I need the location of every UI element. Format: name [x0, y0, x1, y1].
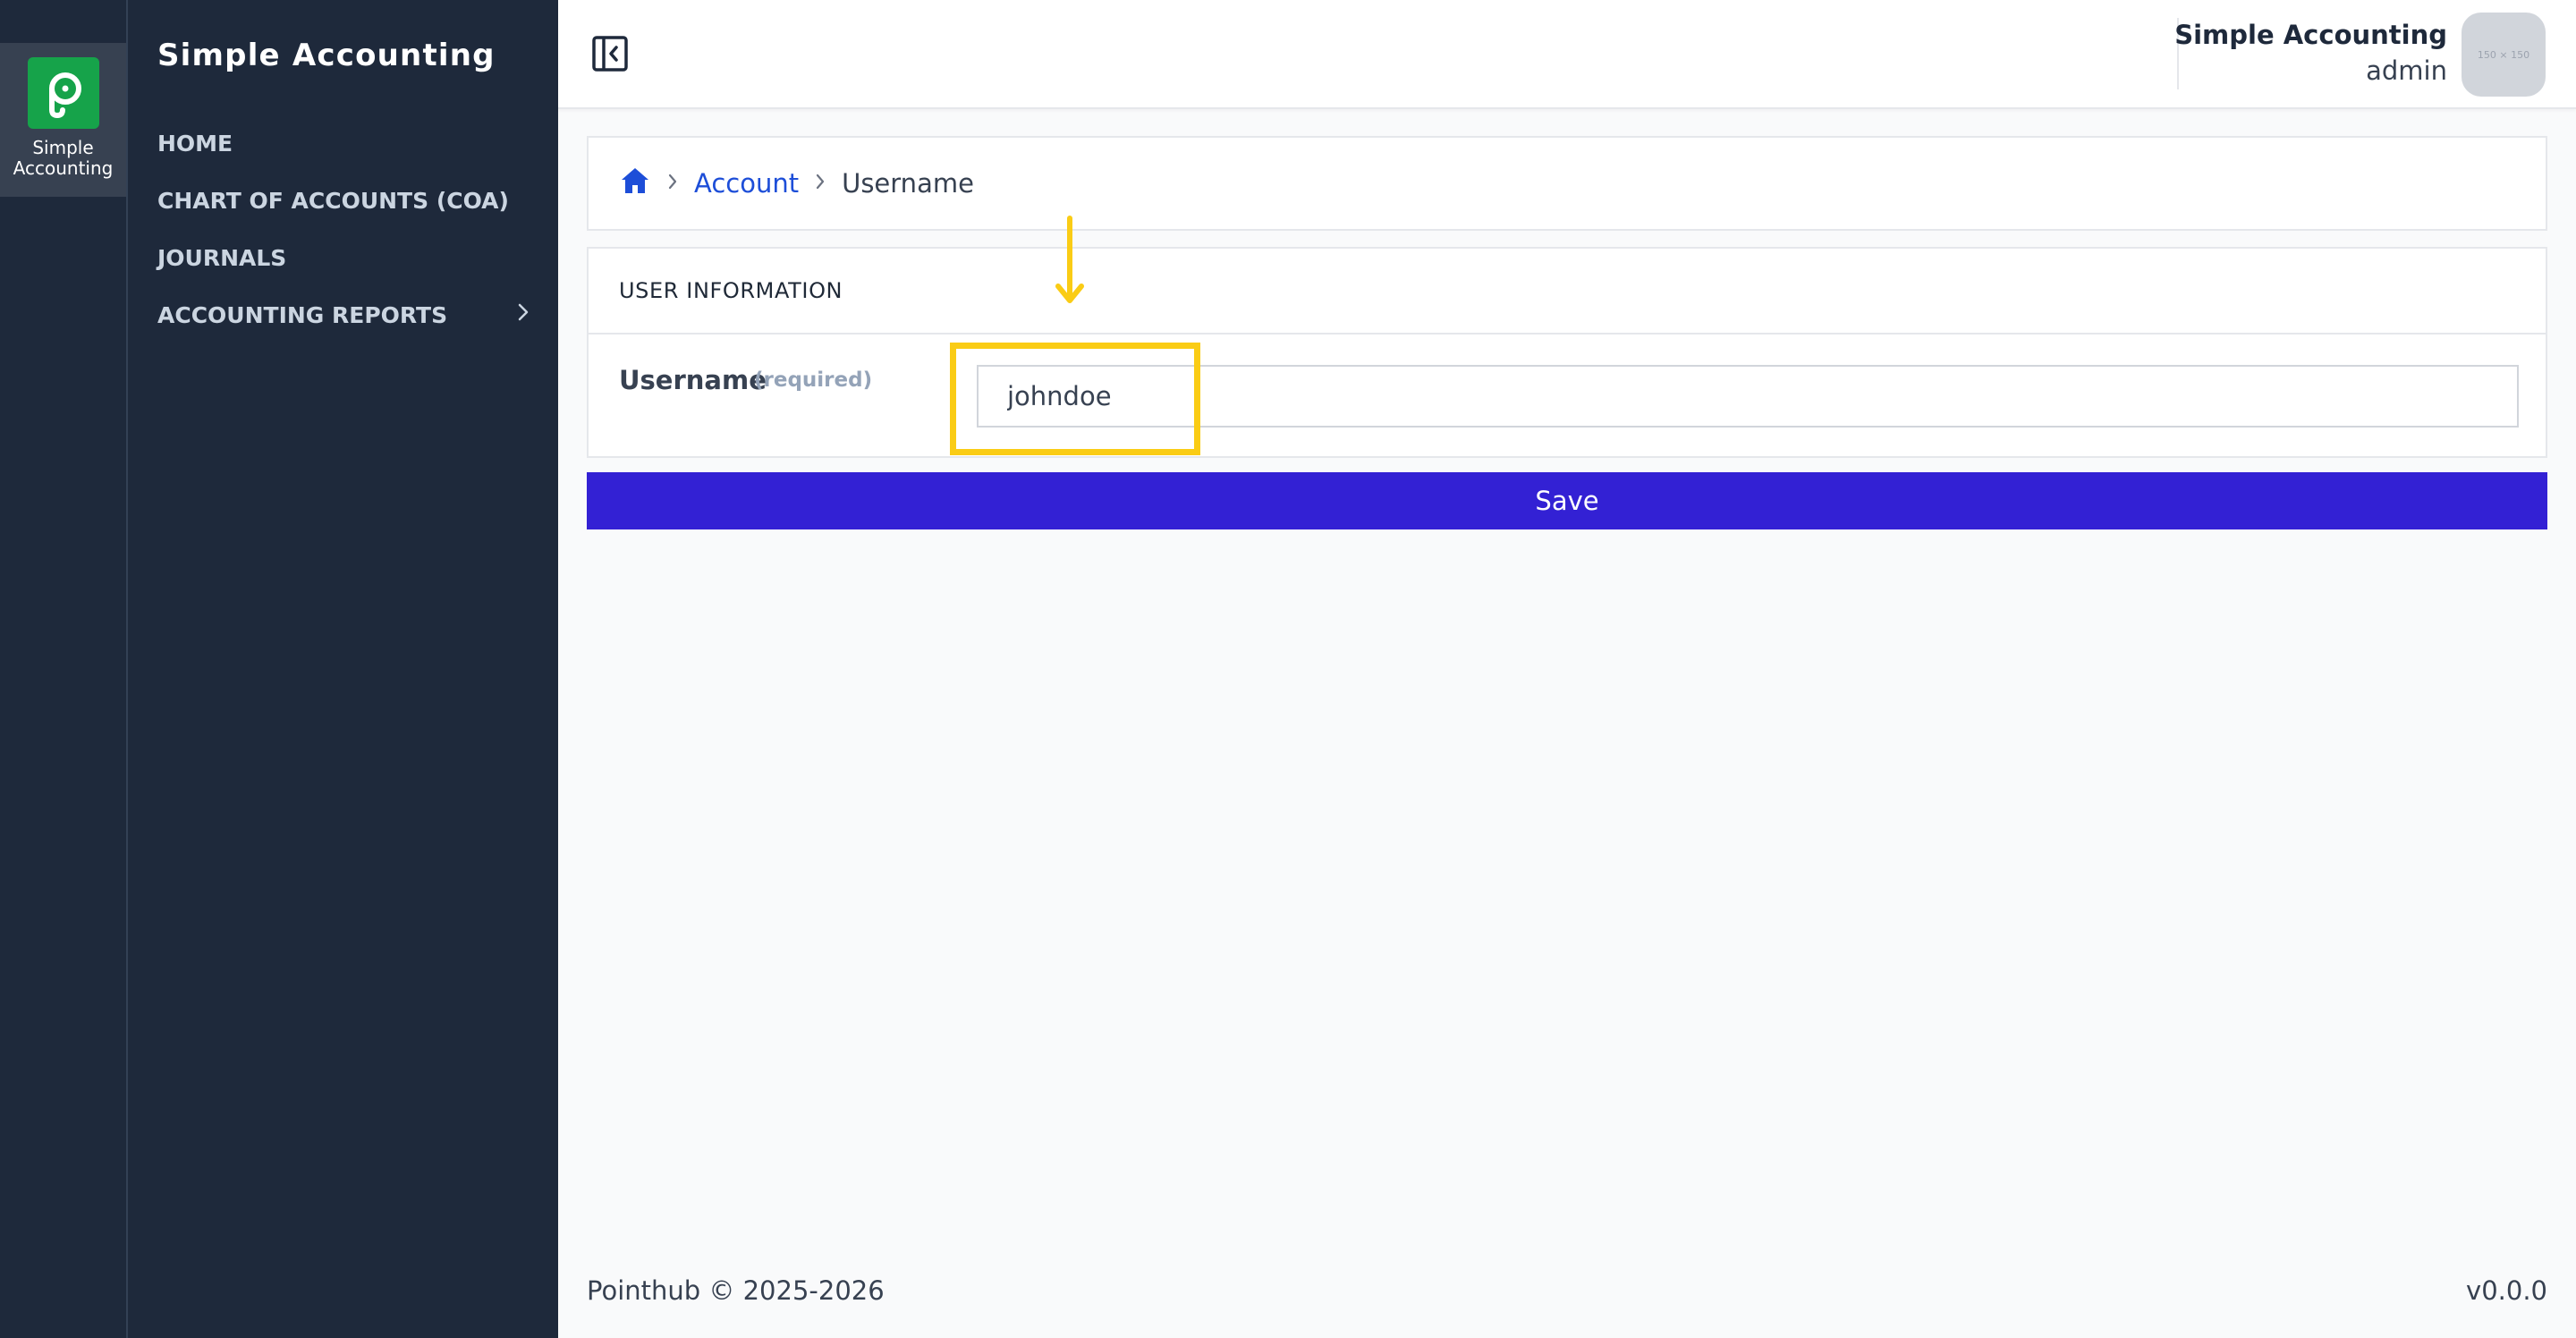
sidebar-item-chart-of-accounts[interactable]: CHART OF ACCOUNTS (COA)	[157, 182, 530, 218]
breadcrumb-account-link[interactable]: Account	[694, 168, 799, 199]
header-app-name: Simple Accounting	[2174, 20, 2447, 50]
top-header: Simple Accounting admin 150 × 150	[558, 0, 2576, 109]
sidebar-item-label: CHART OF ACCOUNTS (COA)	[157, 187, 509, 214]
username-label: Username	[619, 365, 767, 395]
breadcrumb-separator-icon	[815, 170, 826, 197]
chevron-right-icon	[517, 301, 530, 328]
save-button[interactable]: Save	[587, 472, 2547, 529]
home-icon[interactable]	[619, 165, 651, 202]
sidebar-item-journals[interactable]: JOURNALS	[157, 240, 530, 275]
section-title: USER INFORMATION	[589, 249, 2546, 334]
sidebar-item-label: HOME	[157, 130, 233, 157]
sidebar-item-label: ACCOUNTING REPORTS	[157, 301, 448, 328]
footer-copyright: Pointhub © 2025-2026	[587, 1275, 885, 1306]
avatar[interactable]: 150 × 150	[2462, 13, 2546, 97]
user-information-card: USER INFORMATION Username (required)	[587, 247, 2547, 458]
sidebar-item-label: JOURNALS	[157, 244, 287, 271]
sidebar-item-accounting-reports[interactable]: ACCOUNTING REPORTS	[157, 297, 530, 333]
sidebar-collapse-icon	[592, 36, 628, 72]
sidebar-item-home[interactable]: HOME	[157, 125, 530, 161]
rail-app-simple-accounting[interactable]: Simple Accounting	[0, 43, 126, 197]
avatar-placeholder-text: 150 × 150	[2477, 48, 2530, 61]
breadcrumb: Account Username	[587, 136, 2547, 231]
sidebar-collapse-button[interactable]	[590, 34, 630, 73]
app-logo-icon	[27, 57, 99, 129]
app-rail: Simple Accounting	[0, 0, 128, 1338]
breadcrumb-current: Username	[842, 168, 974, 199]
username-input[interactable]	[977, 365, 2519, 428]
sidebar: Simple Accounting HOME CHART OF ACCOUNTS…	[128, 0, 558, 1338]
footer-version: v0.0.0	[2466, 1275, 2547, 1306]
rail-app-label: Simple Accounting	[13, 137, 114, 179]
header-user-role: admin	[2366, 55, 2447, 86]
username-required-hint: (required)	[754, 368, 873, 392]
breadcrumb-separator-icon	[667, 170, 678, 197]
sidebar-title: Simple Accounting	[157, 38, 496, 73]
